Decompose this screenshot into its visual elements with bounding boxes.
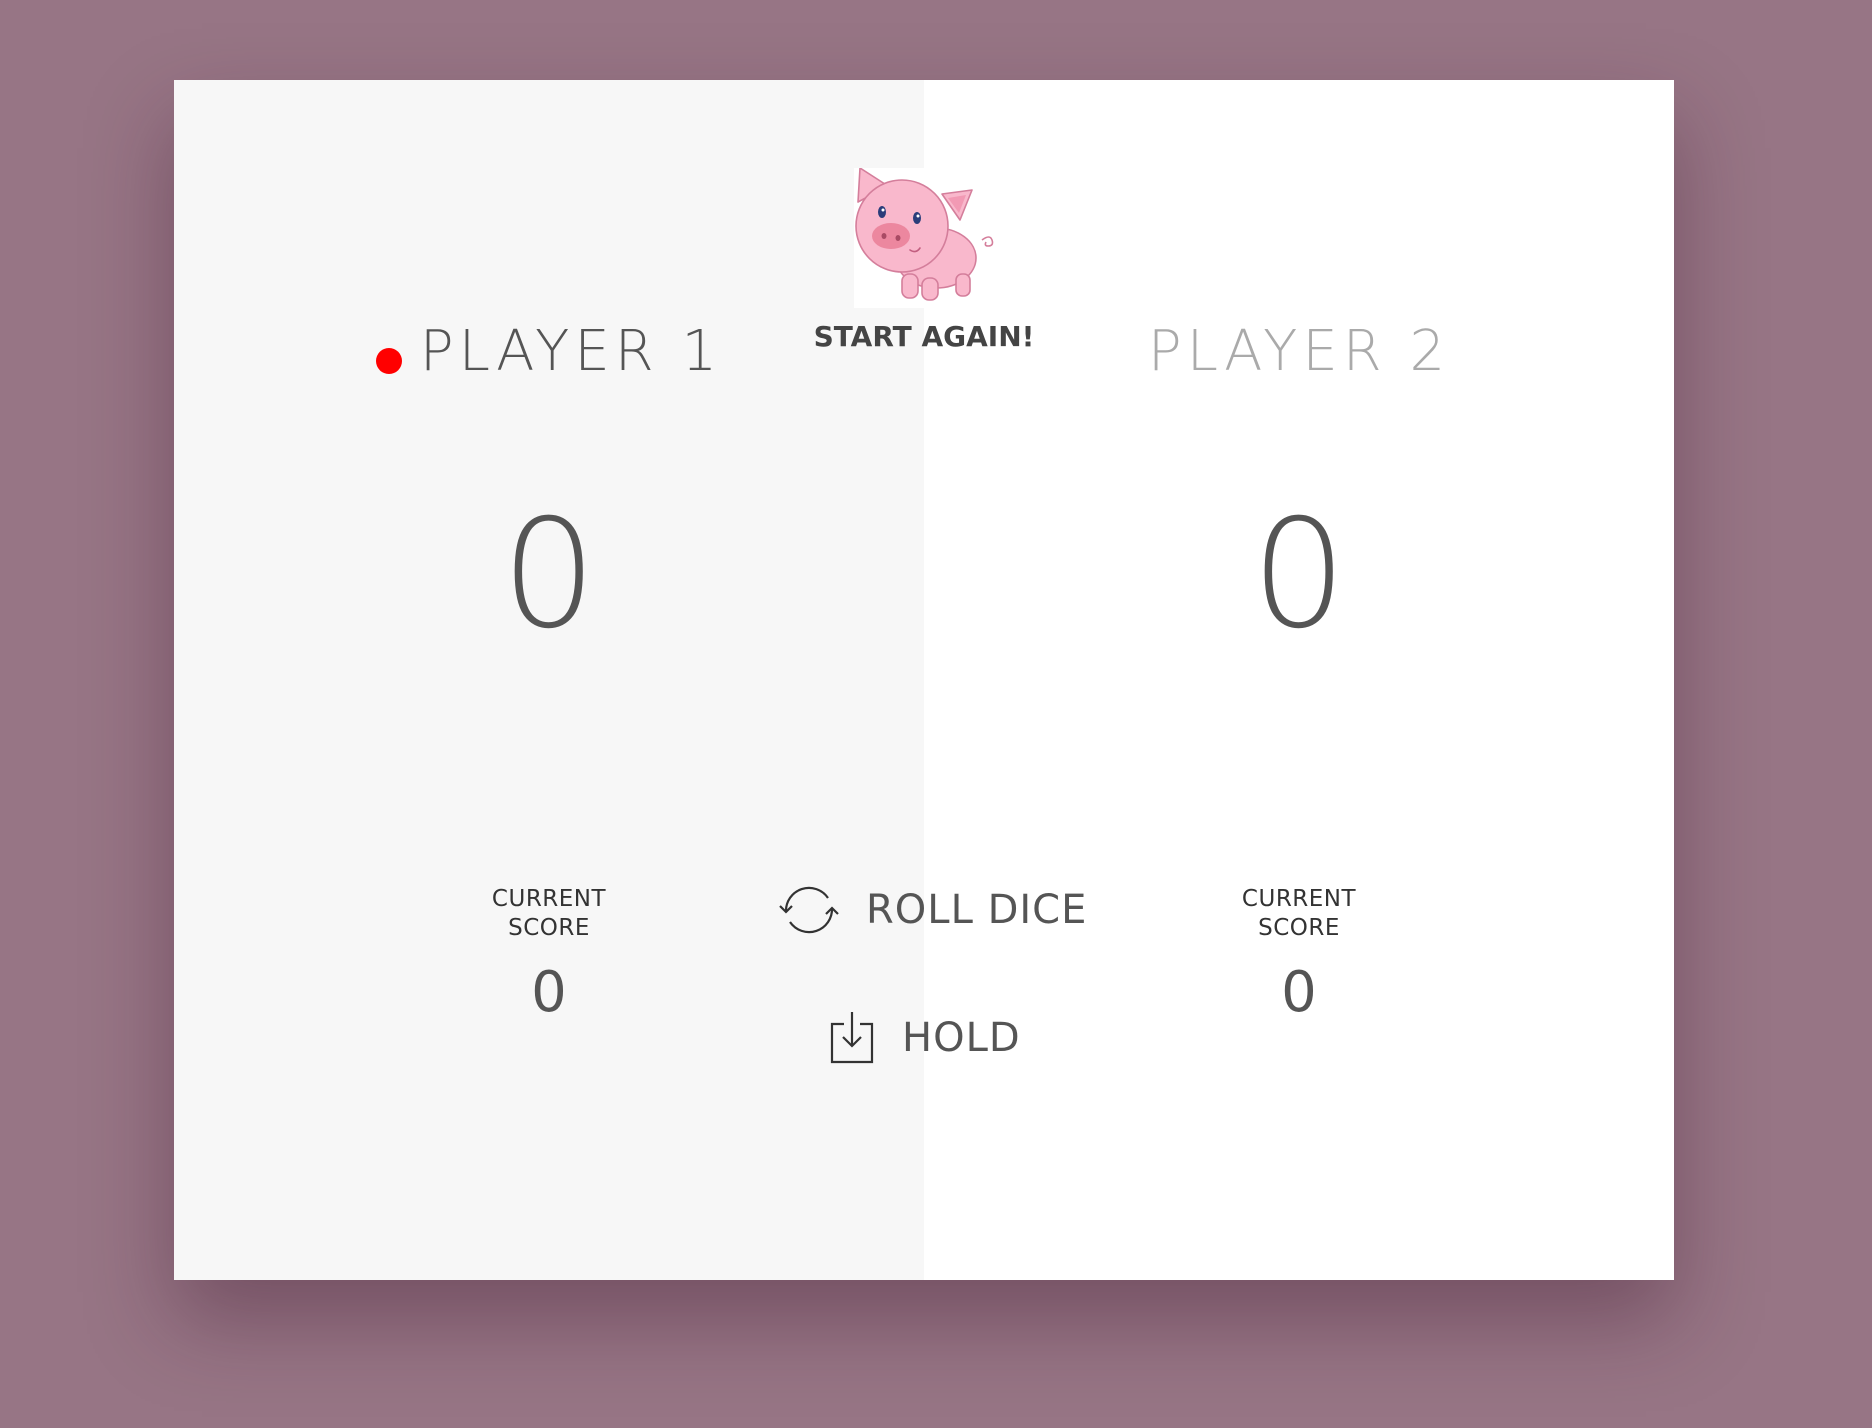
player-2-current-score: 0 — [1281, 960, 1317, 1025]
player-1-current-box: CURRENT SCORE 0 — [424, 885, 674, 1021]
start-again-button[interactable]: START AGAIN! — [784, 320, 1064, 353]
player-2-current-box: CURRENT SCORE 0 — [1174, 885, 1424, 1021]
player-2-name: PLAYER 2 — [1147, 319, 1451, 384]
player-2-current-label: CURRENT SCORE — [1241, 886, 1357, 941]
player-2-total-score: 0 — [1251, 488, 1347, 662]
game-board: PLAYER 1 0 CURRENT SCORE 0 PLAYER 2 0 CU… — [174, 80, 1674, 1280]
player-2-panel: PLAYER 2 0 CURRENT SCORE 0 — [924, 80, 1674, 1280]
pig-logo-icon — [854, 167, 994, 308]
hold-label: HOLD — [902, 1015, 1021, 1061]
roll-dice-button[interactable]: ROLL DICE — [778, 882, 1087, 938]
player-1-current-score: 0 — [531, 960, 567, 1025]
hold-button[interactable]: HOLD — [830, 1012, 1021, 1064]
player-1-panel: PLAYER 1 0 CURRENT SCORE 0 — [174, 80, 924, 1280]
player-1-name: PLAYER 1 — [419, 319, 723, 384]
player-1-total-score: 0 — [501, 488, 597, 662]
roll-dice-label: ROLL DICE — [866, 887, 1088, 933]
player-1-current-label: CURRENT SCORE — [491, 886, 607, 941]
refresh-icon — [779, 886, 839, 934]
download-box-icon — [830, 1012, 874, 1064]
active-player-dot-icon — [375, 347, 402, 374]
